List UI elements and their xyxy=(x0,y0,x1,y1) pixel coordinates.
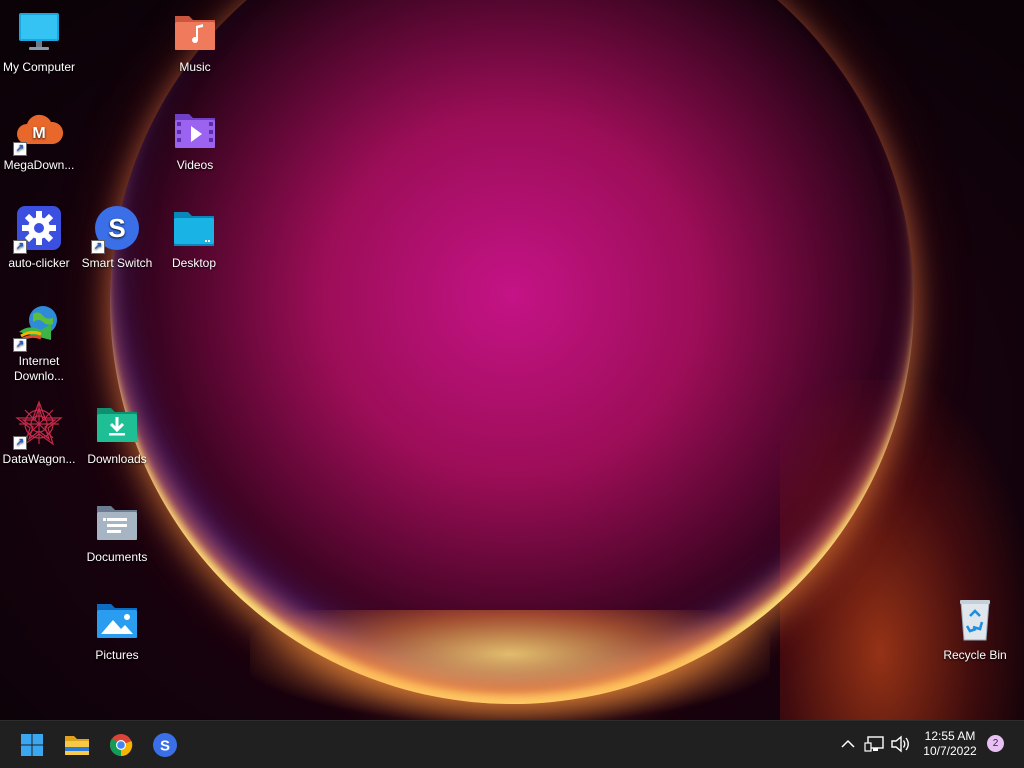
music-label: Music xyxy=(179,60,211,74)
downloads-label: Downloads xyxy=(87,452,147,466)
volume-button[interactable] xyxy=(889,734,911,754)
pictures-folder-icon xyxy=(93,596,141,644)
wallpaper-glow-bottom xyxy=(250,610,770,720)
desktop-folder-icon xyxy=(170,204,218,252)
notification-count-badge[interactable]: 2 xyxy=(987,735,1004,752)
datawagon-label: DataWagon... xyxy=(2,452,76,466)
svg-text:S: S xyxy=(160,738,170,755)
network-icon xyxy=(864,736,884,752)
desktop-icon-videos[interactable]: Videos xyxy=(157,106,233,173)
chevron-up-icon xyxy=(841,739,855,748)
clock-time: 12:55 AM xyxy=(924,729,976,743)
taskbar-smart-switch-button[interactable]: S xyxy=(149,729,181,761)
network-button[interactable] xyxy=(864,734,886,754)
shortcut-arrow-icon: ↗ xyxy=(13,240,27,254)
monitor-icon xyxy=(15,8,63,56)
recycle-bin-label: Recycle Bin xyxy=(943,648,1007,662)
megadownloader-label: MegaDown... xyxy=(3,158,75,172)
desktop-icon-downloads[interactable]: Downloads xyxy=(79,400,155,467)
datawagon-star-icon: ↗ xyxy=(13,400,63,450)
chrome-icon xyxy=(110,734,133,757)
clock-date: 10/7/2022 xyxy=(923,744,977,758)
desktop-icon-music[interactable]: Music xyxy=(157,8,233,75)
desktop-icon-auto-clicker[interactable]: ↗ auto-clicker xyxy=(1,204,77,271)
internet-download-label-line2: Downlo... xyxy=(13,369,65,383)
recycle-bin-icon xyxy=(951,596,999,644)
desktop-icon-megadownloader[interactable]: M ↗ MegaDown... xyxy=(1,106,77,173)
shortcut-arrow-icon: ↗ xyxy=(91,240,105,254)
shortcut-arrow-icon: ↗ xyxy=(13,338,27,352)
pictures-label: Pictures xyxy=(95,648,139,662)
wallpaper-glow-right xyxy=(780,380,1024,720)
desktop-wallpaper[interactable]: My Computer Music M ↗ MegaDown... Videos… xyxy=(0,0,1024,720)
desktop-icon-datawagon[interactable]: ↗ DataWagon... xyxy=(1,400,77,467)
music-folder-icon xyxy=(171,8,219,56)
desktop-folder-label: Desktop xyxy=(171,256,217,270)
mega-cloud-icon: M ↗ xyxy=(13,106,64,156)
smart-switch-label: Smart Switch xyxy=(81,256,153,270)
taskbar-file-explorer-button[interactable] xyxy=(61,729,93,761)
internet-download-label-line1: Internet xyxy=(18,354,60,368)
start-button[interactable] xyxy=(16,729,48,761)
desktop-icon-desktop-folder[interactable]: Desktop xyxy=(156,204,232,271)
desktop-icon-documents[interactable]: Documents xyxy=(79,498,155,565)
documents-label: Documents xyxy=(86,550,148,564)
smart-switch-icon: S ↗ xyxy=(91,204,141,254)
videos-label: Videos xyxy=(176,158,214,172)
show-hidden-icons-button[interactable] xyxy=(838,734,858,754)
desktop-icon-my-computer[interactable]: My Computer xyxy=(1,8,77,75)
desktop-icon-smart-switch[interactable]: S ↗ Smart Switch xyxy=(79,204,155,271)
videos-folder-icon xyxy=(171,106,219,154)
auto-clicker-label: auto-clicker xyxy=(8,256,70,270)
volume-icon xyxy=(891,735,909,753)
downloads-folder-icon xyxy=(93,400,141,448)
svg-text:M: M xyxy=(32,125,45,142)
svg-text:S: S xyxy=(108,213,125,243)
taskbar: S 12:55 AM 10/7/2022 xyxy=(0,720,1024,768)
desktop-icon-pictures[interactable]: Pictures xyxy=(79,596,155,663)
gear-icon: ↗ xyxy=(13,204,63,254)
shortcut-arrow-icon: ↗ xyxy=(13,436,27,450)
desktop-icon-internet-download-manager[interactable]: ↗ Internet Downlo... xyxy=(1,302,77,384)
documents-folder-icon xyxy=(93,498,141,546)
start-icon xyxy=(21,734,43,756)
taskbar-clock[interactable]: 12:55 AM 10/7/2022 xyxy=(916,729,984,759)
taskbar-chrome-button[interactable] xyxy=(105,729,137,761)
smart-switch-icon: S xyxy=(153,733,177,757)
desktop-icon-recycle-bin[interactable]: Recycle Bin xyxy=(937,596,1013,663)
file-explorer-icon xyxy=(65,736,89,755)
my-computer-label: My Computer xyxy=(2,60,76,74)
globe-download-icon: ↗ xyxy=(13,302,63,352)
shortcut-arrow-icon: ↗ xyxy=(13,142,27,156)
